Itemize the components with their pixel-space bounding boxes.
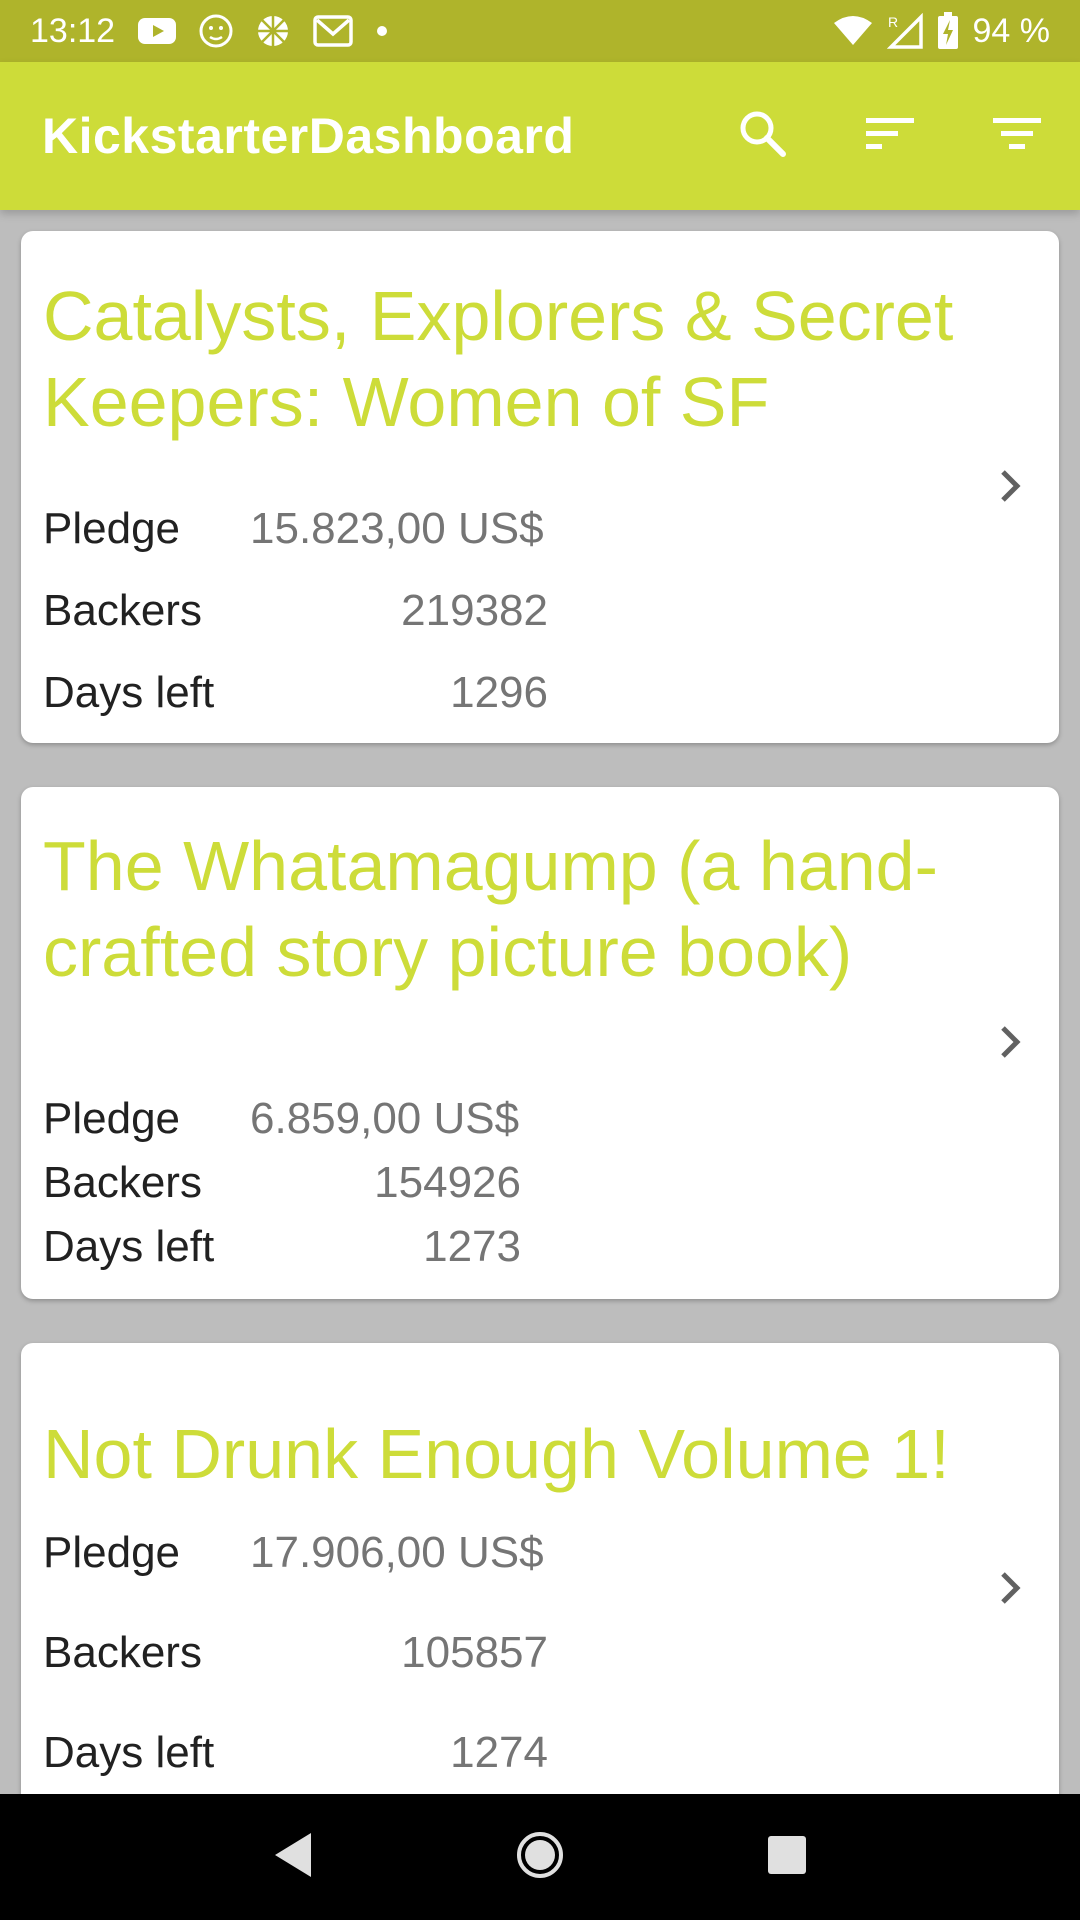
pledge-row: Pledge 6.859,00 US$	[43, 1089, 521, 1149]
backers-value: 154926	[374, 1158, 521, 1207]
svg-text:R: R	[888, 14, 898, 30]
signal-roaming-icon: R	[886, 13, 923, 49]
youtube-icon	[137, 16, 177, 46]
recents-button[interactable]	[742, 1812, 832, 1902]
backers-row: Backers 105857	[43, 1623, 548, 1683]
app-bar: KickstarterDashboard	[0, 62, 1080, 210]
ball-icon	[255, 13, 291, 49]
days-left-label: Days left	[43, 1222, 215, 1271]
pledge-label: Pledge	[43, 504, 181, 553]
chevron-right-icon	[989, 466, 1029, 506]
pledge-row: Pledge 15.823,00 US$	[43, 499, 548, 559]
backers-value: 219382	[401, 586, 548, 635]
wifi-icon	[833, 15, 873, 47]
pledge-row: Pledge 17.906,00 US$	[43, 1523, 548, 1583]
backers-label: Backers	[43, 1158, 202, 1207]
status-time: 13:12	[30, 11, 116, 50]
lion-app-icon	[199, 13, 233, 49]
home-button[interactable]	[495, 1812, 585, 1902]
project-title: Catalysts, Explorers & Secret Keepers: W…	[43, 277, 954, 441]
days-left-label: Days left	[43, 668, 215, 717]
filter-icon	[991, 114, 1043, 159]
days-left-row: Days left 1296	[43, 663, 548, 723]
days-left-value: 1296	[450, 668, 548, 717]
project-list: Catalysts, Explorers & Secret Keepers: W…	[0, 210, 1080, 1794]
project-card[interactable]: Catalysts, Explorers & Secret Keepers: W…	[21, 231, 1059, 743]
app-title: KickstarterDashboard	[42, 108, 575, 164]
dot-icon	[375, 24, 389, 38]
pledge-value: 17.906,00 US$	[250, 1528, 544, 1577]
search-icon	[737, 108, 789, 165]
status-bar: 13:12 R 94 %	[0, 0, 1080, 62]
battery-percent: 94 %	[972, 11, 1051, 50]
project-title: Not Drunk Enough Volume 1!	[43, 1415, 950, 1493]
battery-charging-icon	[937, 12, 959, 50]
sort-icon	[864, 114, 916, 159]
pledge-label: Pledge	[43, 1094, 181, 1143]
backers-label: Backers	[43, 1628, 202, 1677]
pledge-label: Pledge	[43, 1528, 181, 1577]
project-card[interactable]: Not Drunk Enough Volume 1! Pledge 17.906…	[21, 1343, 1059, 1794]
sort-button[interactable]	[826, 62, 953, 210]
backers-value: 105857	[401, 1628, 548, 1677]
days-left-row: Days left 1273	[43, 1217, 521, 1277]
backers-row: Backers 154926	[43, 1153, 521, 1213]
backers-label: Backers	[43, 586, 202, 635]
chevron-right-icon	[989, 1568, 1029, 1608]
gmail-icon	[313, 15, 353, 47]
recents-icon	[766, 1834, 808, 1881]
filter-button[interactable]	[953, 62, 1080, 210]
project-title: The Whatamagump (a hand-crafted story pi…	[43, 827, 938, 991]
back-icon	[271, 1831, 315, 1884]
backers-row: Backers 219382	[43, 581, 548, 641]
project-card[interactable]: The Whatamagump (a hand-crafted story pi…	[21, 787, 1059, 1299]
pledge-value: 15.823,00 US$	[250, 504, 544, 553]
back-button[interactable]	[248, 1812, 338, 1902]
days-left-value: 1273	[423, 1222, 521, 1271]
days-left-row: Days left 1274	[43, 1723, 548, 1783]
chevron-right-icon	[989, 1022, 1029, 1062]
days-left-value: 1274	[450, 1728, 548, 1777]
home-icon	[515, 1830, 565, 1885]
system-nav-bar	[0, 1794, 1080, 1920]
days-left-label: Days left	[43, 1728, 215, 1777]
search-button[interactable]	[699, 62, 826, 210]
pledge-value: 6.859,00 US$	[250, 1094, 520, 1143]
